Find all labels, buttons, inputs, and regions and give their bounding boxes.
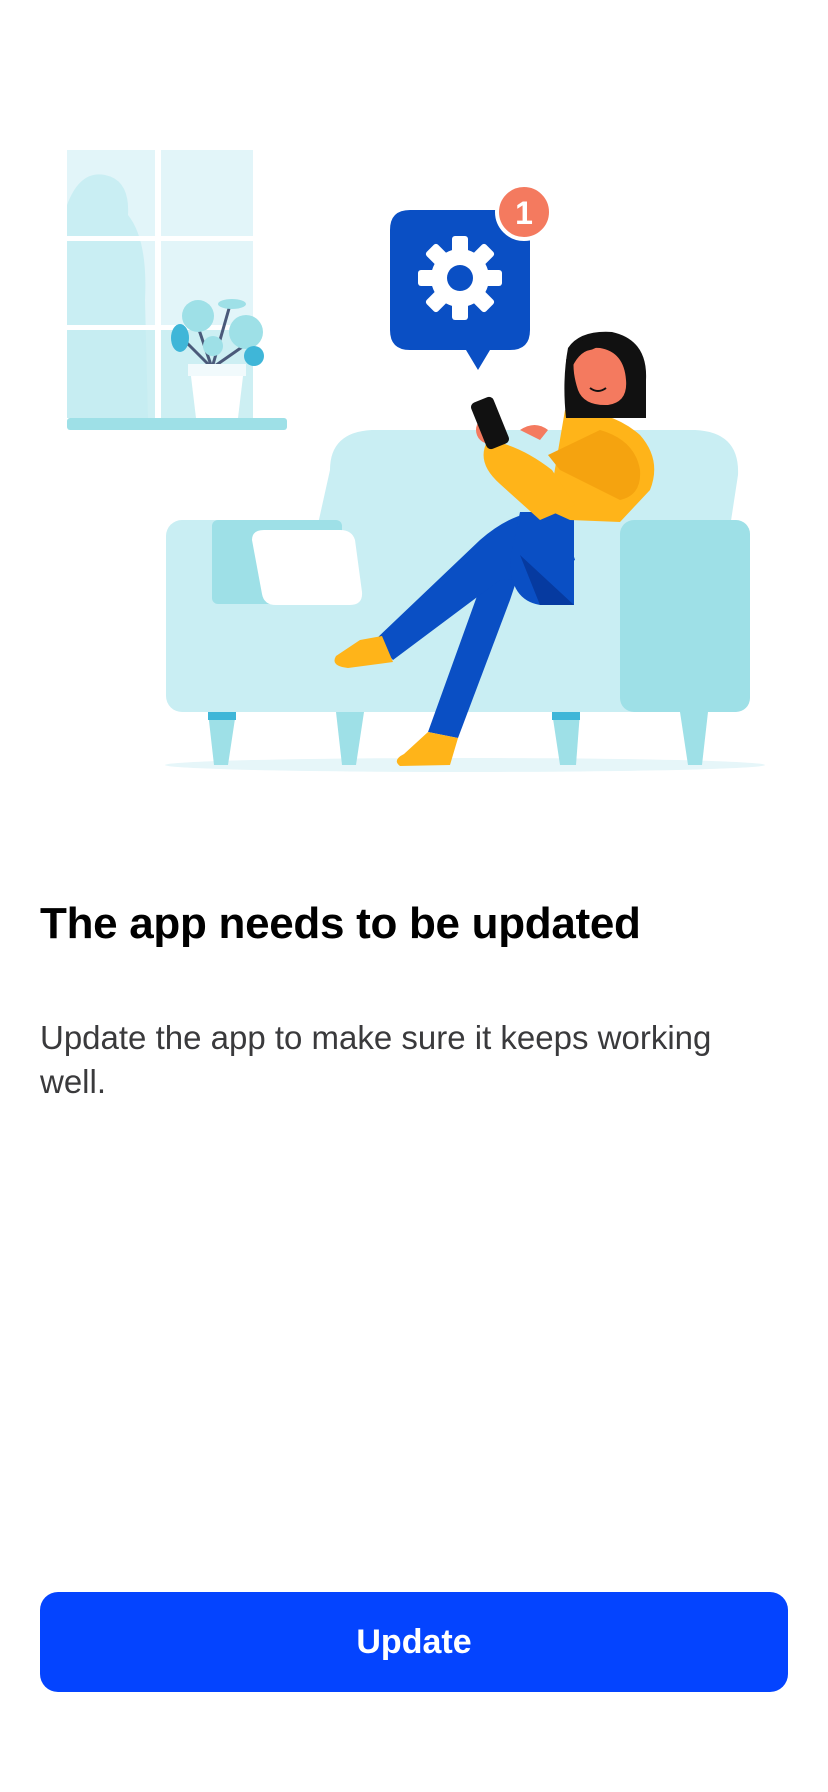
notification-badge-icon: 1 <box>495 183 553 241</box>
notification-badge-count: 1 <box>515 195 533 231</box>
update-button[interactable]: Update <box>40 1592 788 1692</box>
update-illustration: 1 <box>67 150 765 772</box>
illustration: 1 <box>0 0 828 800</box>
update-description: Update the app to make sure it keeps wor… <box>40 1019 712 1100</box>
page-title: The app needs to be updated <box>40 899 641 948</box>
floor-shadow <box>165 758 765 772</box>
window <box>67 150 287 430</box>
